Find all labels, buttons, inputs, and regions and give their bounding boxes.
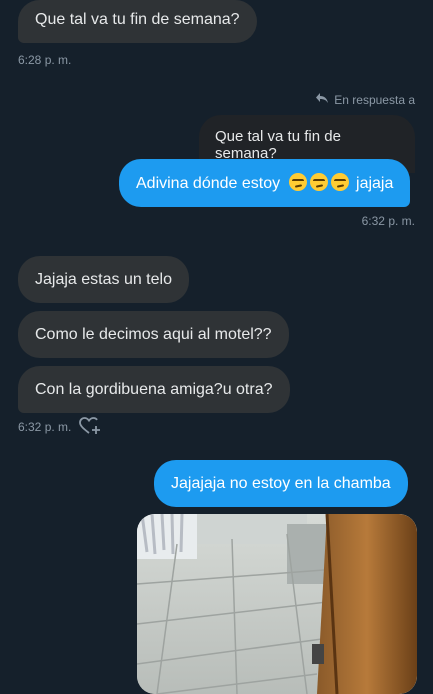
- heart-plus-icon[interactable]: [79, 417, 101, 440]
- incoming-message-3[interactable]: Como le decimos aqui al motel??: [18, 311, 289, 358]
- incoming-message-4[interactable]: Con la gordibuena amiga?u otra?: [18, 366, 290, 413]
- incoming-message-1[interactable]: Que tal va tu fin de semana?: [18, 0, 257, 43]
- reply-arrow-icon: [315, 92, 329, 107]
- reply-indicator: En respuesta a: [315, 92, 415, 107]
- message-text: Adivina dónde estoy: [136, 175, 281, 192]
- message-timestamp: 6:28 p. m.: [18, 53, 72, 67]
- incoming-message-2[interactable]: Jajaja estas un telo: [18, 256, 189, 303]
- smirking-face-emoji: [309, 173, 328, 191]
- reply-label-text: En respuesta a: [334, 92, 415, 107]
- outgoing-message-2[interactable]: Jajajaja no estoy en la chamba: [154, 460, 408, 507]
- message-timestamp: 6:32 p. m.: [18, 420, 72, 434]
- outgoing-message-1[interactable]: Adivina dónde estoy jajaja: [119, 159, 411, 207]
- image-attachment[interactable]: [137, 514, 417, 694]
- smirking-face-emoji: [288, 173, 307, 191]
- message-timestamp: 6:32 p. m.: [361, 214, 415, 228]
- message-suffix: jajaja: [356, 175, 394, 192]
- smirking-face-emoji: [330, 173, 349, 191]
